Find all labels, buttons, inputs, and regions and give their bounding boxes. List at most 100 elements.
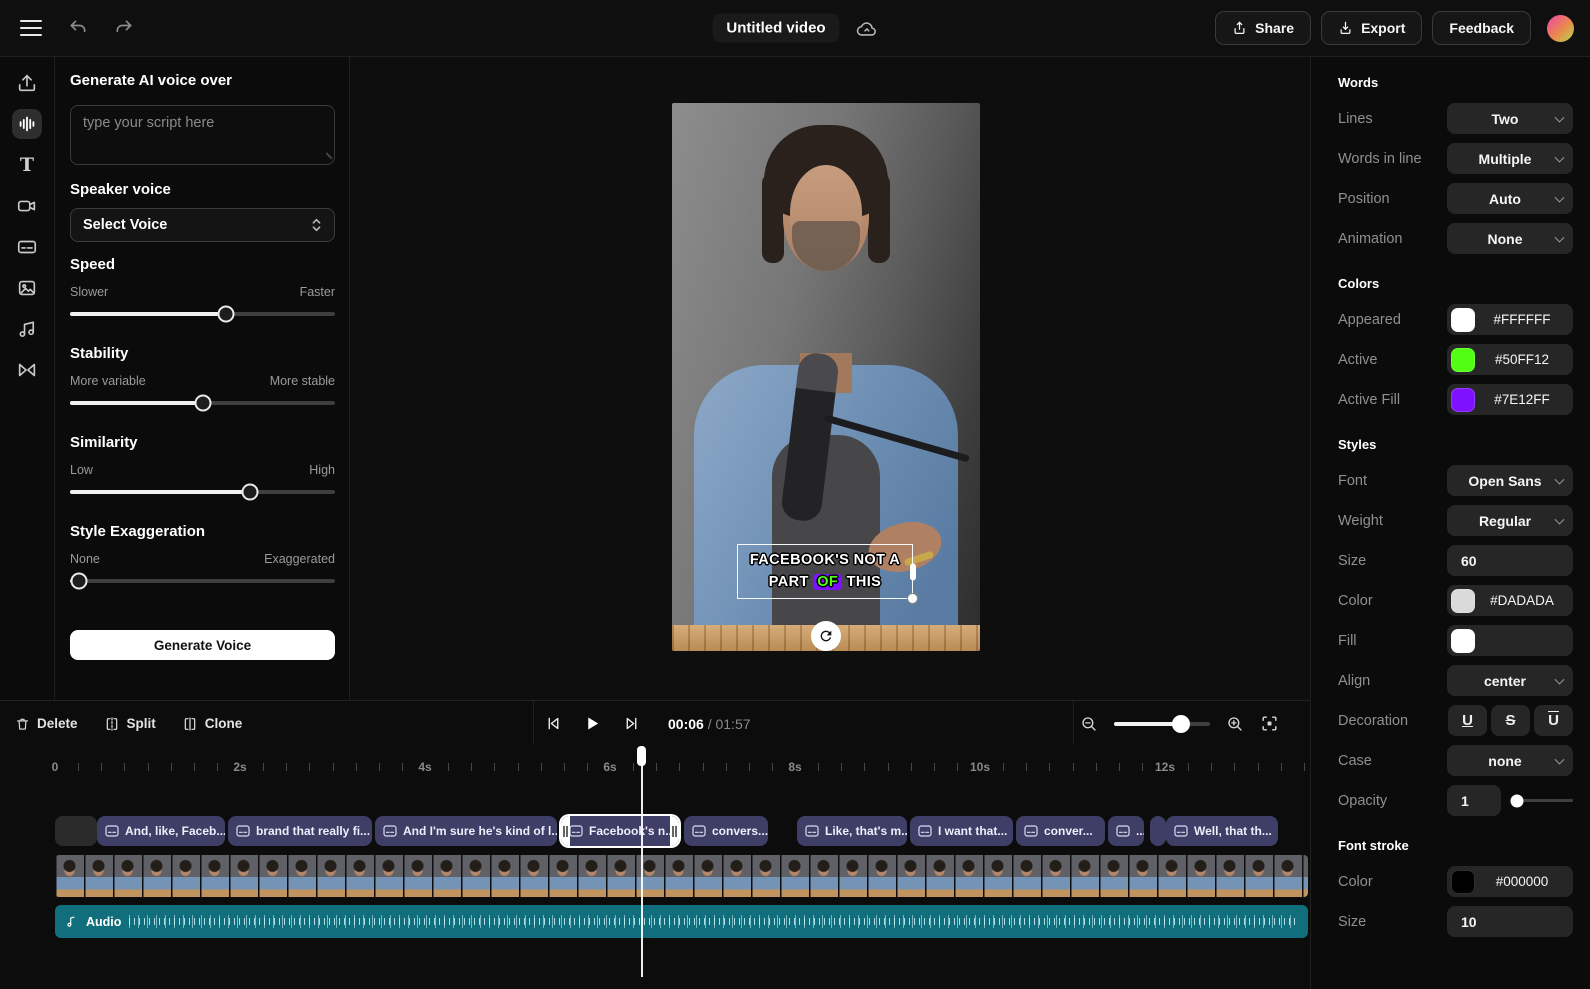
property-row: Size60 bbox=[1338, 545, 1573, 576]
slider-track[interactable] bbox=[70, 401, 335, 405]
position-select[interactable]: Auto bbox=[1447, 183, 1573, 214]
caption-resize-handle[interactable] bbox=[910, 563, 916, 580]
words-in-line-select[interactable]: Multiple bbox=[1447, 143, 1573, 174]
color-color-picker[interactable]: #000000 bbox=[1447, 866, 1573, 897]
select-value: Two bbox=[1492, 111, 1519, 127]
rail-text-button[interactable]: T bbox=[12, 150, 42, 180]
caption-clip[interactable]: conver... bbox=[1016, 816, 1105, 846]
color-swatch[interactable] bbox=[1451, 870, 1475, 894]
zoom-out-button[interactable] bbox=[1080, 715, 1098, 733]
color-swatch[interactable] bbox=[1451, 589, 1475, 613]
zoom-in-button[interactable] bbox=[1226, 715, 1244, 733]
size-input[interactable]: 60 bbox=[1447, 545, 1573, 576]
weight-select[interactable]: Regular bbox=[1447, 505, 1573, 536]
share-icon bbox=[1232, 20, 1247, 36]
slider-track[interactable] bbox=[70, 312, 335, 316]
skip-back-button[interactable] bbox=[545, 715, 562, 732]
rail-image-button[interactable] bbox=[12, 273, 42, 303]
property-row: WeightRegular bbox=[1338, 505, 1573, 536]
opacity-slider[interactable] bbox=[1513, 799, 1573, 802]
slider-thumb[interactable] bbox=[194, 395, 211, 412]
slider-track[interactable] bbox=[70, 490, 335, 494]
audio-track[interactable]: Audio bbox=[55, 905, 1308, 938]
rail-ai-voice-button[interactable] bbox=[12, 109, 42, 139]
overline-icon[interactable]: U bbox=[1534, 705, 1573, 736]
slider-thumb[interactable] bbox=[71, 573, 88, 590]
caption-clip[interactable]: Well, that th... bbox=[1166, 816, 1278, 846]
menu-icon[interactable] bbox=[20, 20, 42, 36]
caption-overlay[interactable]: FACEBOOK'S NOT A PART OF THIS bbox=[737, 544, 913, 599]
voice-select-value: Select Voice bbox=[83, 217, 167, 233]
color-swatch[interactable] bbox=[1451, 308, 1475, 332]
rail-transitions-button[interactable] bbox=[12, 355, 42, 385]
slider-track[interactable] bbox=[70, 579, 335, 583]
rail-upload-button[interactable] bbox=[12, 68, 42, 98]
caption-clip[interactable]: ... bbox=[1108, 816, 1144, 846]
clip-trim-handle[interactable] bbox=[561, 816, 570, 846]
caption-clip[interactable] bbox=[55, 816, 97, 846]
underline-icon[interactable]: U bbox=[1448, 705, 1487, 736]
rail-captions-button[interactable] bbox=[12, 232, 42, 262]
redo-button[interactable] bbox=[114, 18, 134, 38]
video-track-filmstrip[interactable] bbox=[55, 855, 1308, 897]
color-color-picker[interactable]: #DADADA bbox=[1447, 585, 1573, 616]
animation-select[interactable]: None bbox=[1447, 223, 1573, 254]
rail-music-button[interactable] bbox=[12, 314, 42, 344]
caption-clip[interactable]: I want that... bbox=[910, 816, 1013, 846]
rotate-button[interactable] bbox=[811, 621, 841, 651]
share-button[interactable]: Share bbox=[1215, 11, 1311, 45]
strikethrough-icon[interactable]: S bbox=[1491, 705, 1530, 736]
generate-voice-button[interactable]: Generate Voice bbox=[70, 630, 335, 660]
clone-button[interactable]: Clone bbox=[182, 716, 243, 732]
feedback-button[interactable]: Feedback bbox=[1432, 11, 1531, 45]
fit-screen-button[interactable] bbox=[1260, 714, 1279, 733]
slider-thumb[interactable] bbox=[242, 484, 259, 501]
skip-forward-button[interactable] bbox=[623, 715, 640, 732]
section-title: Colors bbox=[1338, 276, 1573, 291]
undo-button[interactable] bbox=[68, 18, 88, 38]
fill-color-picker[interactable] bbox=[1447, 625, 1573, 656]
voice-select[interactable]: Select Voice bbox=[70, 208, 335, 242]
color-swatch[interactable] bbox=[1451, 348, 1475, 372]
caption-scale-handle[interactable] bbox=[907, 593, 918, 604]
opacity-slider-thumb[interactable] bbox=[1511, 794, 1524, 807]
preview-canvas: FACEBOOK'S NOT A PART OF THIS bbox=[350, 57, 1310, 700]
split-button[interactable]: Split bbox=[104, 716, 156, 732]
delete-button[interactable]: Delete bbox=[15, 716, 78, 732]
color-swatch[interactable] bbox=[1451, 388, 1475, 412]
caption-clip[interactable]: Facebook's n... bbox=[561, 816, 679, 846]
active-fill-color-picker[interactable]: #7E12FF bbox=[1447, 384, 1573, 415]
caption-clip[interactable]: Like, that's m... bbox=[797, 816, 907, 846]
size-input[interactable]: 10 bbox=[1447, 906, 1573, 937]
select-value: center bbox=[1484, 673, 1526, 689]
color-swatch[interactable] bbox=[1451, 629, 1475, 653]
caption-clip-icon bbox=[1024, 825, 1038, 837]
align-select[interactable]: center bbox=[1447, 665, 1573, 696]
video-frame[interactable]: FACEBOOK'S NOT A PART OF THIS bbox=[672, 103, 980, 651]
caption-clip[interactable] bbox=[1150, 816, 1166, 846]
font-select[interactable]: Open Sans bbox=[1447, 465, 1573, 496]
appeared-color-picker[interactable]: #FFFFFF bbox=[1447, 304, 1573, 335]
export-button[interactable]: Export bbox=[1321, 11, 1422, 45]
color-hex-value: #FFFFFF bbox=[1475, 312, 1569, 327]
opacity-input[interactable]: 1 bbox=[1447, 785, 1501, 816]
ruler-tick bbox=[333, 763, 334, 771]
clip-trim-handle[interactable] bbox=[670, 816, 679, 846]
user-avatar[interactable] bbox=[1547, 15, 1574, 42]
play-button[interactable] bbox=[584, 715, 601, 732]
caption-clip[interactable]: brand that really fi... bbox=[228, 816, 372, 846]
timeline-zoom-thumb[interactable] bbox=[1172, 715, 1190, 733]
lines-select[interactable]: Two bbox=[1447, 103, 1573, 134]
script-input[interactable] bbox=[70, 105, 335, 165]
active-color-picker[interactable]: #50FF12 bbox=[1447, 344, 1573, 375]
caption-clip[interactable]: convers... bbox=[684, 816, 768, 846]
caption-clip[interactable]: And I'm sure he's kind of l... bbox=[375, 816, 557, 846]
timeline-ruler[interactable]: 02s4s6s8s10s12s bbox=[0, 745, 1310, 785]
timeline-zoom-slider[interactable] bbox=[1114, 722, 1210, 726]
video-title[interactable]: Untitled video bbox=[712, 14, 839, 43]
slider-thumb[interactable] bbox=[218, 306, 235, 323]
playhead-handle[interactable] bbox=[637, 746, 646, 766]
rail-video-button[interactable] bbox=[12, 191, 42, 221]
caption-clip[interactable]: And, like, Faceb... bbox=[97, 816, 225, 846]
case-select[interactable]: none bbox=[1447, 745, 1573, 776]
